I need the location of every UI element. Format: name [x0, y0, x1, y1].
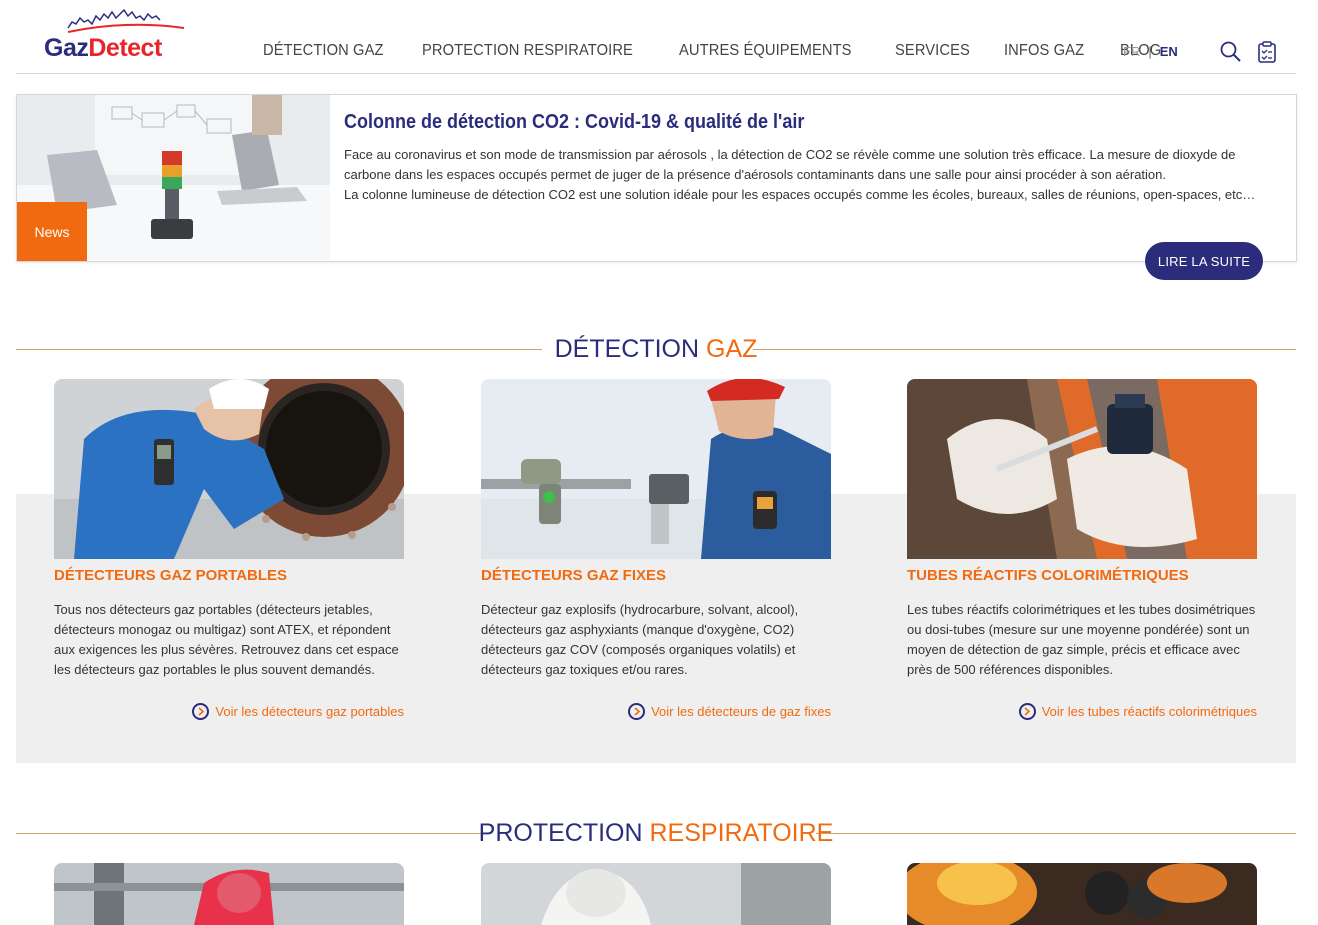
nav-item-infos-gaz[interactable]: INFOS GAZ [1004, 42, 1084, 60]
logo-part1: Gaz [44, 34, 89, 62]
card-link-label: Voir les détecteurs de gaz fixes [651, 704, 831, 719]
card-text-tubes: Les tubes réactifs colorimétriques et le… [907, 602, 1256, 677]
news-banner: News Colonne de détection CO2 : Covid-19… [16, 94, 1297, 280]
logo-part2: Detect [88, 34, 162, 62]
card-link-portable[interactable]: Voir les détecteurs gaz portables [192, 703, 404, 720]
nav-item-protection-respiratoire[interactable]: PROTECTION RESPIRATOIRE [422, 42, 633, 60]
nav-item-autres-equipements[interactable]: AUTRES ÉQUIPEMENTS [679, 42, 852, 60]
card-link-tubes[interactable]: Voir les tubes réactifs colorimétriques [1018, 703, 1257, 720]
lang-fr[interactable]: FR [1123, 44, 1140, 59]
lang-en[interactable]: EN [1160, 44, 1178, 59]
card-text-fixed: Détecteur gaz explosifs (hydrocarbure, s… [481, 602, 799, 677]
card-title-fixed[interactable]: DÉTECTEURS GAZ FIXES [481, 567, 831, 584]
news-paragraph-2: La colonne lumineuse de détection CO2 es… [344, 187, 1256, 202]
section-title-part2: GAZ [706, 335, 758, 363]
section-title: PROTECTION RESPIRATOIRE [16, 813, 1296, 853]
main-nav: DÉTECTION GAZ PROTECTION RESPIRATOIRE AU… [263, 42, 1192, 60]
section-title-part1: PROTECTION [478, 819, 643, 847]
section-heading-detection: DÉTECTION GAZ [16, 329, 1296, 369]
card-image-respiratory-2[interactable] [481, 863, 831, 925]
nav-item-services[interactable]: SERVICES [895, 42, 970, 60]
section-title-part2: RESPIRATOIRE [649, 819, 834, 847]
section-heading-protection: PROTECTION RESPIRATOIRE [16, 813, 1296, 853]
card-image-portable[interactable] [54, 379, 404, 559]
product-card-portable: DÉTECTEURS GAZ PORTABLES Tous nos détect… [54, 379, 404, 729]
section-title: DÉTECTION GAZ [16, 329, 1296, 369]
card-title-tubes[interactable]: TUBES RÉACTIFS COLORIMÉTRIQUES [907, 567, 1257, 584]
nav-item-detection-gaz[interactable]: DÉTECTION GAZ [263, 42, 384, 60]
language-switcher: FR | EN [1123, 44, 1178, 59]
read-more-button[interactable]: LIRE LA SUITE [1145, 242, 1263, 280]
site-header: GazDetect DÉTECTION GAZ PROTECTION RESPI… [16, 0, 1296, 74]
section-title-part1: DÉTECTION [554, 335, 700, 363]
card-image-respiratory-3[interactable] [907, 863, 1257, 925]
news-paragraph-1: Face au coronavirus et son mode de trans… [344, 147, 1236, 182]
card-link-fixed[interactable]: Voir les détecteurs de gaz fixes [628, 703, 831, 720]
card-image-respiratory-1[interactable] [54, 863, 404, 925]
site-logo[interactable]: GazDetect [44, 6, 185, 66]
clipboard-icon[interactable] [1256, 40, 1280, 64]
card-link-label: Voir les détecteurs gaz portables [215, 704, 404, 719]
chevron-right-icon [192, 703, 210, 720]
logo-wordmark: GazDetect [44, 34, 162, 63]
search-icon[interactable] [1219, 40, 1243, 64]
lang-separator: | [1148, 44, 1152, 59]
card-image-fixed[interactable] [481, 379, 831, 559]
chevron-right-icon [628, 703, 646, 720]
card-title-portable[interactable]: DÉTECTEURS GAZ PORTABLES [54, 567, 404, 584]
card-link-label: Voir les tubes réactifs colorimétriques [1041, 704, 1257, 719]
news-image[interactable]: News [17, 95, 330, 261]
news-title[interactable]: Colonne de détection CO2 : Covid-19 & qu… [344, 111, 804, 134]
product-card-tubes: TUBES RÉACTIFS COLORIMÉTRIQUES Les tubes… [907, 379, 1257, 729]
chevron-right-icon [1018, 703, 1036, 720]
product-card-fixed: DÉTECTEURS GAZ FIXES Détecteur gaz explo… [481, 379, 831, 729]
card-image-tubes[interactable] [907, 379, 1257, 559]
skyline-logo-graphic [67, 8, 185, 33]
news-tag: News [17, 202, 87, 261]
card-text-portable: Tous nos détecteurs gaz portables (détec… [54, 602, 399, 677]
news-body: Face au coronavirus et son mode de trans… [344, 145, 1284, 205]
